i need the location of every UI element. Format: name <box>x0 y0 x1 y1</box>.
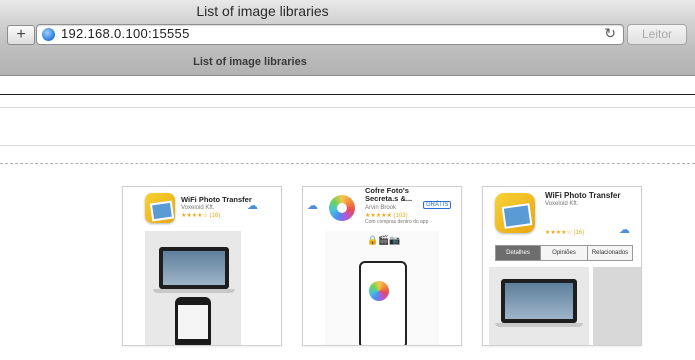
app-name: Cofre Foto's Secreta.s &... <box>365 186 413 203</box>
divider <box>0 145 695 146</box>
in-app-purchase-note: Com compras dentro do app <box>365 219 429 225</box>
address-text[interactable]: 192.168.0.100:15555 <box>61 26 190 41</box>
cloud-download-icon: ☁ <box>307 200 318 212</box>
wifi-photo-app-icon <box>495 193 535 233</box>
phone-image <box>359 261 407 345</box>
app-screenshot: 🔒🎬📷 <box>325 231 439 345</box>
app-developer: Voxeloid Kft. <box>545 201 579 207</box>
dotted-divider <box>0 163 695 164</box>
globe-icon <box>42 28 55 41</box>
app-developer: Arvin Brook <box>365 205 397 211</box>
photos-icon <box>329 195 355 221</box>
app-name: WiFi Photo Transfer <box>181 195 252 204</box>
add-bookmark-button[interactable]: + <box>7 25 35 45</box>
tab-reviews[interactable]: Opiniões <box>540 245 588 261</box>
cloud-download-icon: ☁ <box>247 200 258 212</box>
app-screenshot <box>593 267 641 345</box>
wifi-photo-app-icon <box>145 193 175 223</box>
tab-details[interactable]: Detalhes <box>495 245 541 261</box>
divider <box>0 94 695 95</box>
address-bar[interactable]: 192.168.0.100:15555 ↻ <box>36 24 624 45</box>
cloud-download-icon: ☁ <box>619 224 630 236</box>
app-icons-cluster: 🔒🎬📷 <box>367 235 401 245</box>
price-badge: GRÁTIS <box>423 201 452 209</box>
reader-button[interactable]: Leitor <box>627 24 687 45</box>
app-name: WiFi Photo Transfer <box>545 191 621 200</box>
tab-related[interactable]: Relacionados <box>587 245 633 261</box>
laptop-image <box>159 247 229 289</box>
window-title: List of image libraries <box>196 3 329 19</box>
laptop-image <box>501 279 577 323</box>
image-library-thumbnail[interactable]: ☁ Cofre Foto's Secreta.s &... Arvin Broo… <box>302 186 462 346</box>
tab-title[interactable]: List of image libraries <box>0 56 500 68</box>
url-toolbar: + 192.168.0.100:15555 ↻ Leitor <box>7 24 687 45</box>
image-library-thumbnail[interactable]: WiFi Photo Transfer Voxeloid Kft. ★★★★☆ … <box>122 186 282 346</box>
phone-image <box>175 297 211 345</box>
app-rating: ★★★★☆ (16) <box>181 213 221 219</box>
reload-icon[interactable]: ↻ <box>604 25 616 42</box>
divider <box>0 107 695 108</box>
app-rating: ★★★★☆ (16) <box>545 230 585 236</box>
app-rating: ★★★★★ (103) <box>365 213 408 219</box>
browser-chrome: List of image libraries + 192.168.0.100:… <box>0 0 695 76</box>
app-screenshot <box>489 267 589 345</box>
image-library-thumbnail[interactable]: WiFi Photo Transfer Voxeloid Kft. ★★★★☆ … <box>482 186 642 346</box>
app-screenshot <box>145 231 241 345</box>
app-developer: Voxeloid Kft. <box>181 205 215 211</box>
